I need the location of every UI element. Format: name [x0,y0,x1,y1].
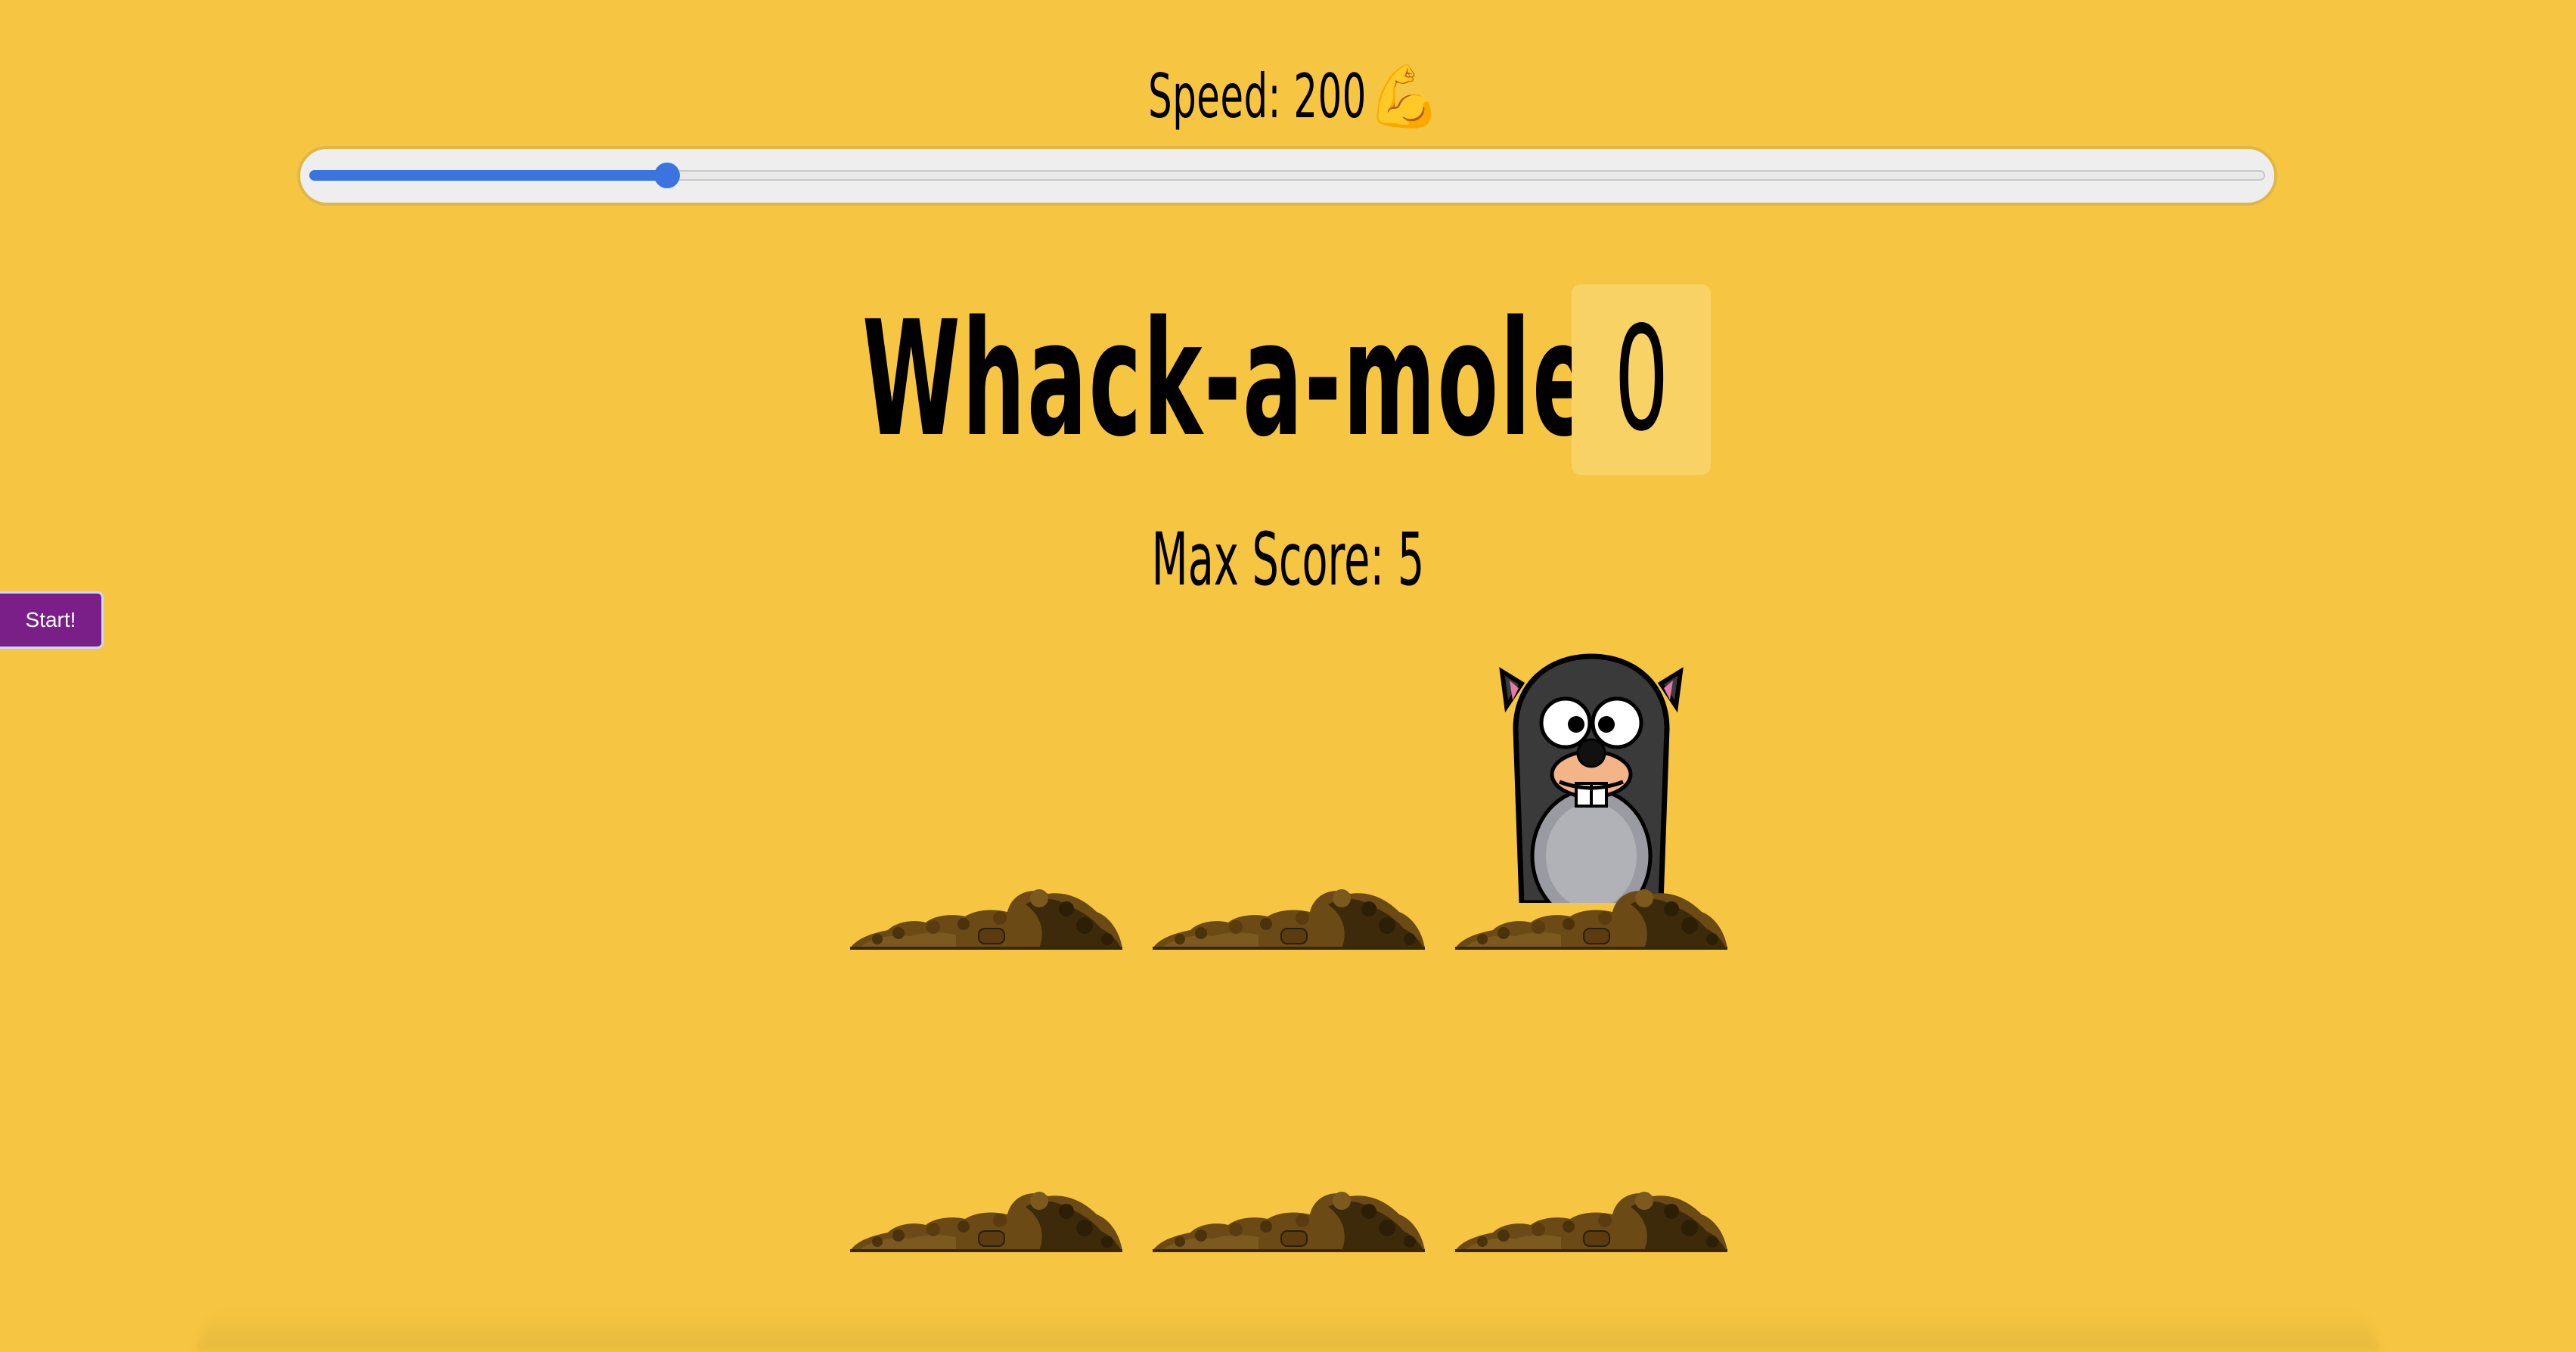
mole[interactable] [1496,653,1687,925]
hole-4[interactable] [850,950,1122,1252]
hole-5[interactable] [1153,950,1425,1252]
speed-label: Speed: 200💪 [489,51,2087,142]
speed-text: Speed: 200 [1148,61,1367,132]
title-row: Whack-a-mole! 0 [0,284,2576,475]
speed-slider[interactable] [297,146,2277,206]
score-box: 0 [1572,284,1711,475]
flexed-biceps-icon: 💪 [1366,61,1442,132]
dirt-mound [1455,1186,1727,1252]
dirt-mound [1153,1186,1425,1252]
dirt-mound [1153,883,1425,950]
footer-shadow [197,1307,2379,1352]
dirt-mound [850,1186,1122,1252]
start-button[interactable]: Start! [0,591,104,649]
max-score: Max Score: 5 [1151,517,1425,602]
score-value: 0 [1613,296,1669,463]
slider-thumb[interactable] [654,163,681,188]
dirt-mound [1455,883,1727,950]
hole-2[interactable] [1153,647,1425,950]
slider-fill [309,170,668,181]
hole-6[interactable] [1455,950,1727,1252]
dirt-mound [850,883,1122,950]
hole-1[interactable] [850,647,1122,950]
game-title: Whack-a-mole! [862,287,1637,472]
hole-3[interactable] [1455,647,1727,950]
